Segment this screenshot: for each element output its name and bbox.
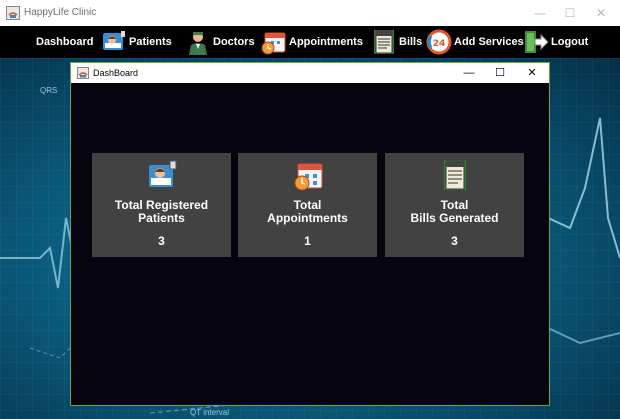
- maximize-button[interactable]: ☐: [555, 2, 585, 24]
- menu-add-services-label: Add Services: [454, 36, 524, 48]
- bill-icon: [374, 30, 394, 54]
- menu-doctors-label: Doctors: [213, 36, 255, 48]
- menu-appointments[interactable]: Appointments: [261, 26, 363, 58]
- minimize-button[interactable]: —: [525, 2, 555, 24]
- doctor-icon: [189, 32, 207, 55]
- logout-door-icon: [525, 31, 549, 53]
- patient-bed-icon: [103, 31, 125, 50]
- bill-icon: [444, 160, 466, 190]
- dashboard-title: DashBoard: [93, 68, 139, 78]
- app-title: HappyLife Clinic: [24, 7, 97, 18]
- svg-text:24: 24: [433, 39, 446, 49]
- menu-logout-label: Logout: [551, 36, 589, 48]
- dashboard-maximize-button[interactable]: ☐: [485, 63, 515, 83]
- menu-appointments-label: Appointments: [289, 36, 363, 48]
- close-button[interactable]: ✕: [586, 2, 616, 24]
- menu-add-services[interactable]: 24 Add Services: [426, 26, 524, 58]
- bills-card-label: Total Bills Generated: [410, 198, 499, 225]
- dashboard-minimize-button[interactable]: —: [454, 63, 484, 83]
- dashboard-title-bar[interactable]: DashBoard — ☐ ✕: [71, 63, 549, 83]
- dashboard-close-button[interactable]: ✕: [517, 63, 547, 83]
- patients-card-value: 3: [158, 234, 165, 248]
- appointments-card-value: 1: [304, 234, 311, 248]
- patient-bed-icon: [149, 160, 177, 187]
- appointments-card: Total Appointments 1: [238, 153, 377, 257]
- menu-patients[interactable]: Patients: [101, 26, 172, 58]
- menu-patients-label: Patients: [129, 36, 172, 48]
- patients-card-label: Total Registered Patients: [114, 198, 209, 225]
- menu-logout[interactable]: Logout: [523, 26, 588, 58]
- appointments-card-label: Total Appointments: [267, 198, 348, 225]
- bills-card-value: 3: [451, 234, 458, 248]
- java-app-icon: [6, 6, 20, 20]
- calendar-clock-icon: [294, 163, 323, 191]
- ecg-label-qrs: QRS: [40, 86, 58, 95]
- java-app-icon: [77, 67, 89, 79]
- patients-card: Total Registered Patients 3: [92, 153, 231, 257]
- menu-bills-label: Bills: [399, 36, 423, 48]
- calendar-clock-icon: [261, 32, 286, 55]
- menu-dashboard[interactable]: Dashboard: [36, 26, 93, 58]
- app-title-bar: HappyLife Clinic — ☐ ✕: [0, 0, 620, 26]
- menu-bills[interactable]: Bills: [371, 26, 422, 58]
- menu-bar: Dashboard Patients Doctors Appointments …: [0, 26, 620, 58]
- dashboard-window: DashBoard — ☐ ✕ Total Registered Patient…: [70, 62, 550, 406]
- 24h-service-icon: 24: [426, 29, 452, 55]
- ecg-label-qt-interval: QT interval: [190, 408, 229, 417]
- menu-dashboard-label: Dashboard: [36, 36, 94, 48]
- bills-card: Total Bills Generated 3: [385, 153, 524, 257]
- menu-doctors[interactable]: Doctors: [185, 26, 255, 58]
